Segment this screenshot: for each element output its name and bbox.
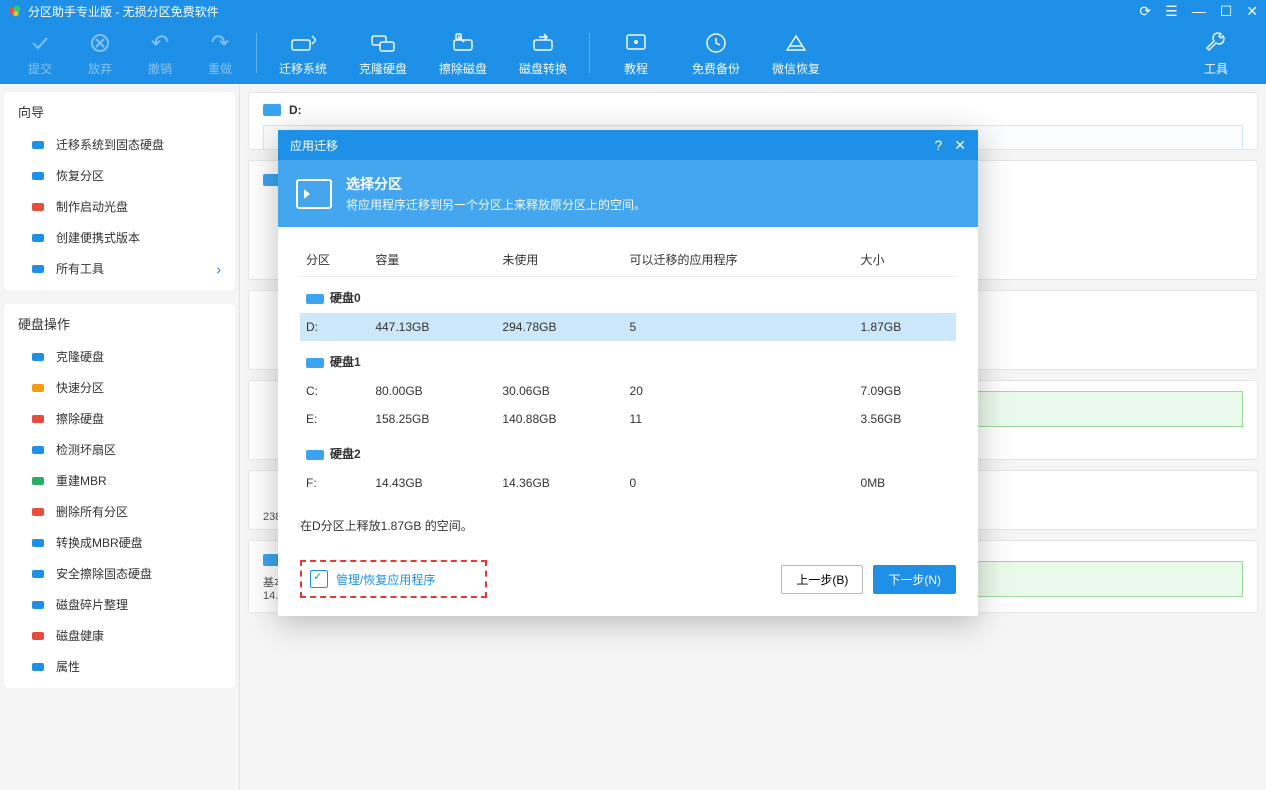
toolbar-wipe-disk[interactable]: 擦除磁盘 — [423, 30, 503, 77]
sidebar-item-icon — [30, 659, 46, 675]
next-button[interactable]: 下一步(N) — [873, 565, 956, 594]
minimize-icon[interactable]: — — [1192, 4, 1206, 18]
folder-icon — [296, 179, 332, 209]
sidebar-item[interactable]: 恢复分区 — [4, 160, 235, 191]
sidebar-item-icon — [30, 230, 46, 246]
toolbar-tutorial[interactable]: 教程 — [596, 30, 676, 77]
titlebar: 分区助手专业版 - 无损分区免费软件 ⟳ ☰ — ☐ ✕ — [0, 0, 1266, 22]
disk-icon — [306, 450, 324, 460]
partition-table: 分区容量未使用可以迁移的应用程序大小 硬盘0D:447.13GB294.78GB… — [300, 243, 956, 497]
sidebar-item[interactable]: 制作启动光盘 — [4, 191, 235, 222]
sidebar-item-icon — [30, 137, 46, 153]
ops-section-title: 硬盘操作 — [4, 304, 235, 341]
sidebar-item[interactable]: 创建便携式版本 — [4, 222, 235, 253]
sidebar-item[interactable]: 磁盘健康 — [4, 620, 235, 651]
table-row[interactable]: C:80.00GB30.06GB207.09GB — [300, 377, 956, 405]
table-header: 未使用 — [496, 243, 623, 277]
sidebar-item[interactable]: 擦除硬盘 — [4, 403, 235, 434]
document-icon — [310, 570, 328, 588]
sidebar-item[interactable]: 检测坏扇区 — [4, 434, 235, 465]
disk-icon — [306, 294, 324, 304]
maximize-icon[interactable]: ☐ — [1220, 4, 1233, 18]
chevron-right-icon: › — [216, 261, 221, 277]
sidebar-item[interactable]: 属性 — [4, 651, 235, 682]
sidebar-item-icon — [30, 442, 46, 458]
sidebar-item-icon — [30, 473, 46, 489]
close-icon[interactable]: ✕ — [1246, 4, 1258, 18]
toolbar-wechat-recover[interactable]: 微信恢复 — [756, 30, 836, 77]
toolbar-discard: 放弃 — [70, 30, 130, 77]
dialog-close-icon[interactable]: ✕ — [954, 137, 966, 154]
sidebar-item-icon — [30, 535, 46, 551]
disk-icon — [306, 358, 324, 368]
toolbar-clone-disk[interactable]: 克隆硬盘 — [343, 30, 423, 77]
table-row[interactable]: D:447.13GB294.78GB51.87GB — [300, 313, 956, 341]
disk-icon — [263, 104, 281, 116]
sidebar-item[interactable]: 重建MBR — [4, 465, 235, 496]
sidebar-item-icon — [30, 628, 46, 644]
sidebar-item[interactable]: 快速分区 — [4, 372, 235, 403]
table-row[interactable]: E:158.25GB140.88GB113.56GB — [300, 405, 956, 433]
sidebar-item[interactable]: 所有工具› — [4, 253, 235, 284]
sidebar-item-icon — [30, 261, 46, 277]
dialog-help-icon[interactable]: ? — [934, 137, 942, 154]
dialog-title: 应用迁移 — [290, 137, 338, 154]
table-row[interactable]: F:14.43GB14.36GB00MB — [300, 469, 956, 497]
sidebar-item-icon — [30, 380, 46, 396]
toolbar-free-backup[interactable]: 免费备份 — [676, 30, 756, 77]
toolbar-redo: ↷重做 — [190, 30, 250, 77]
table-header: 分区 — [300, 243, 369, 277]
sidebar-item[interactable]: 删除所有分区 — [4, 496, 235, 527]
app-logo-icon — [8, 4, 22, 18]
table-header: 可以迁移的应用程序 — [624, 243, 855, 277]
toolbar-migrate-os[interactable]: 迁移系统 — [263, 30, 343, 77]
table-header: 容量 — [369, 243, 496, 277]
refresh-icon[interactable]: ⟳ — [1139, 4, 1151, 18]
window-title: 分区助手专业版 - 无损分区免费软件 — [28, 3, 219, 20]
sidebar-item[interactable]: 迁移系统到固态硬盘 — [4, 129, 235, 160]
sidebar-item[interactable]: 克隆硬盘 — [4, 341, 235, 372]
app-migrate-dialog: 应用迁移 ? ✕ 选择分区 将应用程序迁移到另一个分区上来释放原分区上的空间。 … — [278, 130, 978, 616]
sidebar-item-icon — [30, 168, 46, 184]
toolbar-convert-disk[interactable]: 磁盘转换 — [503, 30, 583, 77]
manage-restore-link[interactable]: 管理/恢复应用程序 — [300, 560, 487, 598]
sidebar-item-icon — [30, 349, 46, 365]
sidebar-item[interactable]: 磁盘碎片整理 — [4, 589, 235, 620]
sidebar: 向导 迁移系统到固态硬盘恢复分区制作启动光盘创建便携式版本所有工具› 硬盘操作 … — [0, 84, 240, 790]
toolbar-undo: ↶撤销 — [130, 30, 190, 77]
table-group: 硬盘2 — [300, 433, 956, 469]
toolbar-commit: 提交 — [10, 30, 70, 77]
toolbar: 提交 放弃 ↶撤销 ↷重做 迁移系统 克隆硬盘 擦除磁盘 磁盘转换 教程 免费备… — [0, 22, 1266, 84]
wizard-section-title: 向导 — [4, 92, 235, 129]
sidebar-item-icon — [30, 597, 46, 613]
toolbar-tools[interactable]: 工具 — [1176, 30, 1256, 77]
table-header: 大小 — [855, 243, 956, 277]
table-group: 硬盘1 — [300, 341, 956, 377]
sidebar-item[interactable]: 安全擦除固态硬盘 — [4, 558, 235, 589]
table-group: 硬盘0 — [300, 277, 956, 314]
prev-button[interactable]: 上一步(B) — [781, 565, 863, 594]
dialog-head-sub: 将应用程序迁移到另一个分区上来释放原分区上的空间。 — [346, 196, 646, 213]
dialog-head-title: 选择分区 — [346, 174, 646, 194]
sidebar-item-icon — [30, 411, 46, 427]
menu-icon[interactable]: ☰ — [1165, 4, 1178, 18]
sidebar-item-icon — [30, 504, 46, 520]
sidebar-item[interactable]: 转换成MBR硬盘 — [4, 527, 235, 558]
dialog-message: 在D分区上释放1.87GB 的空间。 — [278, 507, 978, 548]
sidebar-item-icon — [30, 566, 46, 582]
sidebar-item-icon — [30, 199, 46, 215]
